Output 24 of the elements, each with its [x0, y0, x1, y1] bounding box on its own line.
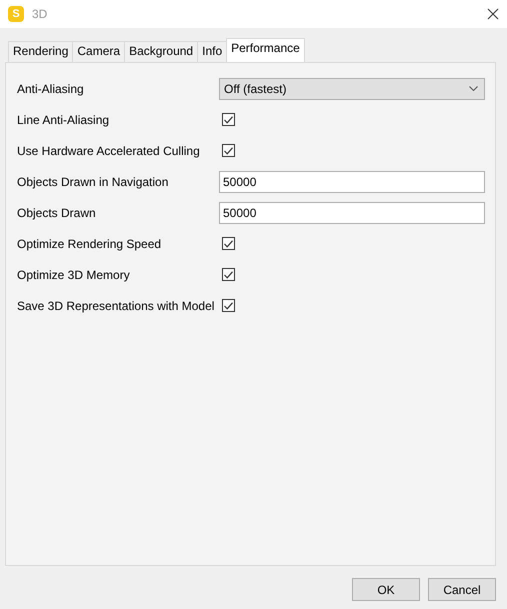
chevron-down-icon — [469, 86, 478, 91]
anti-aliasing-dropdown[interactable]: Off (fastest) — [219, 78, 485, 100]
app-logo-icon: S — [8, 6, 24, 22]
setting-label: Objects Drawn in Navigation — [17, 174, 170, 188]
dialog-button[interactable]: OK — [352, 578, 420, 601]
checkbox[interactable] — [222, 299, 235, 312]
tab[interactable]: Performance — [226, 38, 305, 62]
tab[interactable]: Rendering — [8, 41, 74, 62]
checkbox[interactable] — [222, 144, 235, 157]
checkbox[interactable] — [222, 268, 235, 281]
setting-label: Anti-Aliasing — [17, 82, 85, 96]
setting-label: Optimize 3D Memory — [17, 268, 131, 282]
setting-label: Optimize Rendering Speed — [17, 236, 162, 250]
window-title: 3D — [32, 7, 48, 21]
setting-label: Save 3D Representations with Model — [17, 298, 216, 312]
setting-label: Line Anti-Aliasing — [17, 112, 110, 126]
checkbox[interactable] — [222, 237, 235, 250]
setting-label: Use Hardware Accelerated Culling — [17, 144, 201, 158]
input-field[interactable]: 50000 — [219, 170, 485, 192]
checkbox[interactable] — [222, 113, 235, 126]
dialog-button[interactable]: Cancel — [428, 578, 496, 601]
close-icon[interactable] — [487, 8, 499, 20]
input-field[interactable]: 50000 — [219, 202, 485, 224]
setting-label: Objects Drawn — [17, 206, 97, 220]
